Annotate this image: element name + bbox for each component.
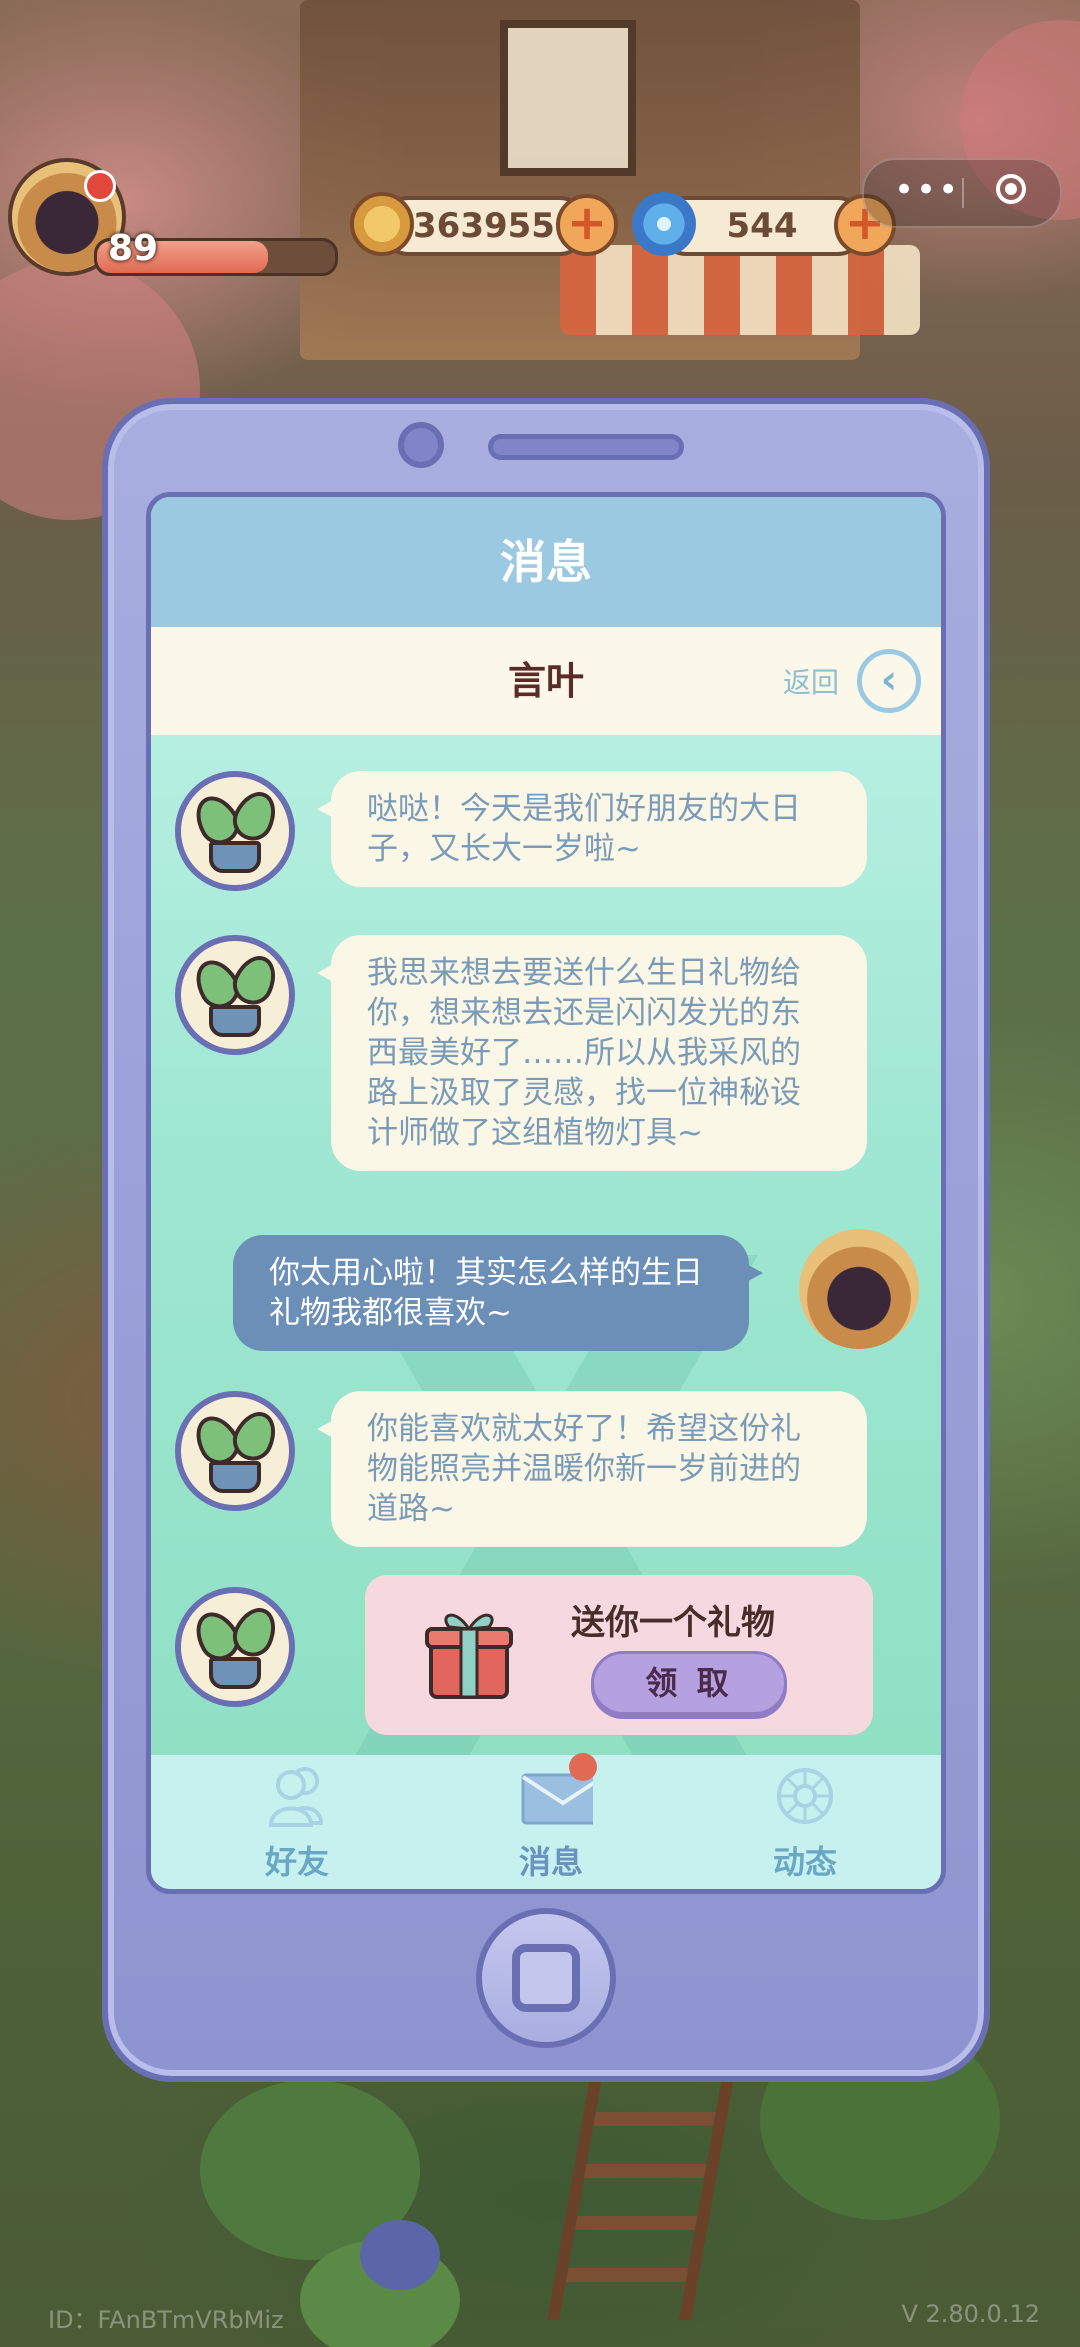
tab-messages[interactable]: 消息 — [451, 1753, 651, 1889]
chat-bubble-friend: 你能喜欢就太好了！希望这份礼物能照亮并温暖你新一岁前进的道路~ — [317, 1391, 867, 1547]
my-avatar[interactable] — [799, 1229, 919, 1349]
friend-avatar[interactable] — [175, 1587, 295, 1707]
back-arrow-icon[interactable]: ‹ — [857, 649, 921, 713]
shop-awning — [560, 245, 920, 335]
moments-icon — [777, 1768, 833, 1824]
flowerpot-icon — [209, 841, 261, 873]
conversation-header: 言叶 返回 ‹ — [151, 627, 941, 735]
leaf-icon — [226, 1600, 284, 1664]
bottom-tab-bar: 好友 消息 动态 — [151, 1753, 941, 1889]
phone-home-button[interactable] — [476, 1908, 616, 2048]
swirl-gem-icon — [632, 192, 696, 256]
phone-camera — [398, 422, 444, 468]
leaf-icon — [226, 1404, 284, 1468]
coin-icon — [350, 192, 414, 256]
flowerpot-icon — [209, 1657, 261, 1689]
add-coins-button[interactable]: + — [556, 194, 618, 256]
more-menu-button[interactable]: ••• — [894, 170, 960, 210]
chat-bubble-friend: 我思来想去要送什么生日礼物给你，想来想去还是闪闪发光的东西最美好了……所以从我采… — [317, 935, 867, 1171]
friend-avatar[interactable] — [175, 771, 295, 891]
friend-avatar[interactable] — [175, 1391, 295, 1511]
unread-badge — [569, 1753, 597, 1781]
claim-gift-button[interactable]: 领 取 — [591, 1651, 787, 1715]
flowerpot-icon — [209, 1461, 261, 1493]
wooden-ladder — [547, 2060, 737, 2320]
leaf-icon — [226, 784, 284, 848]
tab-label: 好友 — [264, 1843, 329, 1881]
tab-label: 动态 — [772, 1843, 837, 1881]
gift-card: 送你一个礼物 领 取 — [365, 1575, 873, 1735]
tab-label: 消息 — [518, 1843, 583, 1881]
tab-friends[interactable]: 好友 — [197, 1755, 397, 1889]
back-label[interactable]: 返回 — [783, 661, 839, 701]
phone-frame: 消息 言叶 返回 ‹ 哒哒！今天是我们好朋友的大日子，又长大一岁啦~ 我思来想去… — [102, 398, 990, 2082]
messages-title: 消息 — [151, 497, 941, 627]
friends-icon — [268, 1767, 324, 1827]
coin-amount: 363955 — [413, 206, 555, 246]
chat-bubble-friend: 哒哒！今天是我们好朋友的大日子，又长大一岁啦~ — [317, 771, 867, 887]
close-miniprogram-button[interactable] — [996, 174, 1026, 204]
tab-moments[interactable]: 动态 — [705, 1755, 905, 1889]
player-level: 89 — [108, 228, 159, 269]
flowerpot-icon — [209, 1005, 261, 1037]
flower-bush — [360, 2220, 440, 2290]
notification-dot — [84, 170, 116, 202]
version-text: V 2.80.0.12 — [901, 2300, 1040, 2328]
gift-box-icon — [425, 1613, 513, 1699]
miniprogram-capsule: ••• — [862, 158, 1062, 228]
friend-avatar[interactable] — [175, 935, 295, 1055]
player-id-text: ID：FAnBTmVRbMiz — [48, 2306, 284, 2334]
gem-amount: 544 — [726, 206, 798, 246]
phone-screen: 消息 言叶 返回 ‹ 哒哒！今天是我们好朋友的大日子，又长大一岁啦~ 我思来想去… — [146, 492, 946, 1894]
gift-title: 送你一个礼物 — [571, 1603, 775, 1643]
chat-list[interactable]: 哒哒！今天是我们好朋友的大日子，又长大一岁啦~ 我思来想去要送什么生日礼物给你，… — [151, 735, 941, 1765]
capsule-divider — [962, 178, 964, 208]
phone-speaker — [488, 434, 684, 460]
chat-bubble-me: 你太用心啦！其实怎么样的生日礼物我都很喜欢~ — [233, 1235, 763, 1351]
leaf-icon — [226, 948, 284, 1012]
